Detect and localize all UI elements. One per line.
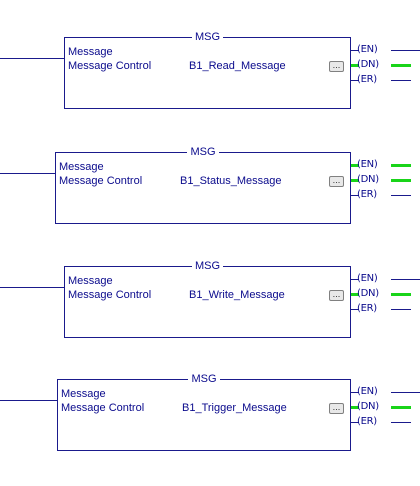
- message-control-tag[interactable]: B1_Status_Message: [180, 175, 282, 188]
- message-control-label: Message Control: [68, 289, 152, 301]
- en-stub-right: [391, 279, 420, 280]
- input-wire: [0, 287, 64, 288]
- input-wire: [0, 400, 57, 401]
- message-control-tag[interactable]: B1_Read_Message: [189, 60, 286, 73]
- en-output: (EN): [351, 44, 420, 56]
- browse-button[interactable]: ...: [329, 290, 344, 301]
- dn-output: (DN): [351, 174, 420, 186]
- en-output: (EN): [351, 386, 420, 398]
- message-control-tag[interactable]: B1_Write_Message: [189, 289, 285, 302]
- dn-label: (DN): [357, 174, 379, 185]
- input-wire: [0, 173, 55, 174]
- er-stub-right: [391, 195, 411, 196]
- message-control-tag[interactable]: B1_Trigger_Message: [182, 402, 287, 415]
- dn-label: (DN): [357, 59, 379, 70]
- er-output: (ER): [351, 303, 420, 315]
- rung-read-message: MSG Message Message Control B1_Read_Mess…: [0, 28, 420, 118]
- er-output: (ER): [351, 416, 420, 428]
- msg-title: MSG: [65, 259, 350, 273]
- en-label: (EN): [357, 44, 378, 55]
- er-label: (ER): [357, 189, 377, 200]
- rung-status-message: MSG Message Message Control B1_Status_Me…: [0, 143, 420, 233]
- dn-output: (DN): [351, 288, 420, 300]
- msg-title: MSG: [65, 30, 350, 44]
- dn-output: (DN): [351, 59, 420, 71]
- msg-instruction-block[interactable]: MSG Message Message Control B1_Read_Mess…: [64, 31, 351, 109]
- message-label: Message: [61, 388, 106, 400]
- message-label: Message: [68, 275, 113, 287]
- er-output: (ER): [351, 189, 420, 201]
- message-control-label: Message Control: [68, 60, 152, 72]
- dn-label: (DN): [357, 288, 379, 299]
- msg-instruction-block[interactable]: MSG Message Message Control B1_Trigger_M…: [57, 373, 351, 451]
- en-output: (EN): [351, 273, 420, 285]
- en-stub-right: [391, 392, 420, 393]
- dn-label: (DN): [357, 401, 379, 412]
- msg-title: MSG: [56, 145, 350, 159]
- browse-button[interactable]: ...: [329, 403, 344, 414]
- msg-instruction-block[interactable]: MSG Message Message Control B1_Status_Me…: [55, 146, 351, 224]
- browse-button[interactable]: ...: [329, 61, 344, 72]
- er-label: (ER): [357, 74, 377, 85]
- msg-title: MSG: [58, 372, 350, 386]
- browse-button[interactable]: ...: [329, 176, 344, 187]
- message-label: Message: [68, 46, 113, 58]
- er-label: (ER): [357, 303, 377, 314]
- dn-stub-right: [391, 64, 411, 67]
- dn-stub-right: [391, 179, 411, 182]
- message-control-label: Message Control: [59, 175, 143, 187]
- er-label: (ER): [357, 416, 377, 427]
- en-stub-right: [391, 164, 411, 167]
- er-output: (ER): [351, 74, 420, 86]
- dn-stub-right: [391, 406, 411, 409]
- er-stub-right: [391, 80, 411, 81]
- msg-instruction-block[interactable]: MSG Message Message Control B1_Write_Mes…: [64, 260, 351, 338]
- message-control-label: Message Control: [61, 402, 145, 414]
- message-label: Message: [59, 161, 104, 173]
- en-output: (EN): [351, 159, 420, 171]
- rung-trigger-message: MSG Message Message Control B1_Trigger_M…: [0, 370, 420, 460]
- er-stub-right: [391, 309, 411, 310]
- er-stub-right: [391, 422, 411, 423]
- en-label: (EN): [357, 273, 378, 284]
- input-wire: [0, 58, 64, 59]
- en-stub-right: [391, 50, 420, 51]
- rung-write-message: MSG Message Message Control B1_Write_Mes…: [0, 257, 420, 347]
- en-label: (EN): [357, 159, 378, 170]
- en-label: (EN): [357, 386, 378, 397]
- dn-output: (DN): [351, 401, 420, 413]
- dn-stub-right: [391, 293, 411, 296]
